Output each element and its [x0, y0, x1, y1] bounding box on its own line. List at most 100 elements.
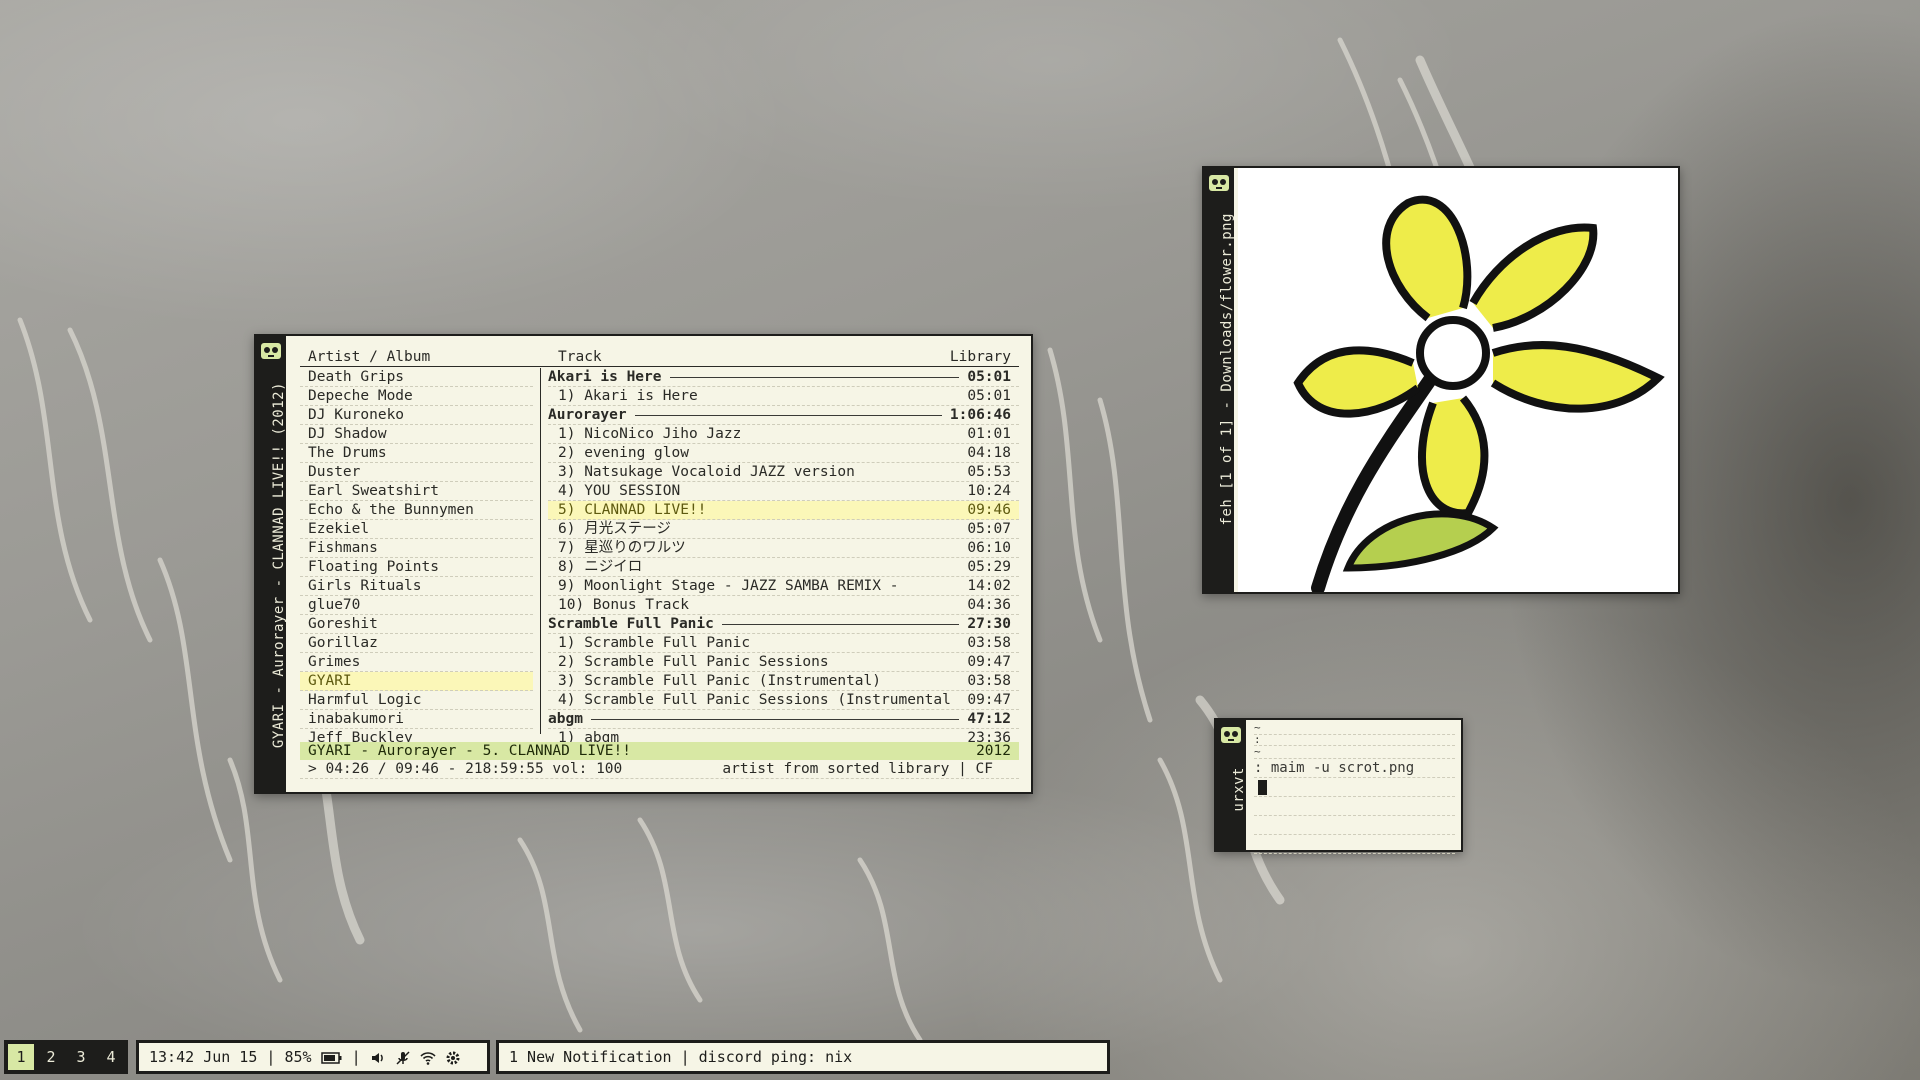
battery-level: 85%: [284, 1048, 312, 1066]
track-row[interactable]: 3) Natsukage Vocaloid JAZZ version 05:53: [548, 463, 1019, 482]
track-row[interactable]: 8) ニジイロ 05:29: [548, 558, 1019, 577]
terminal-line: ~: [1254, 746, 1455, 759]
terminal-line: : maim -u scrot.png: [1254, 759, 1455, 778]
track-row[interactable]: 5) CLANNAD LIVE!! 09:46: [548, 501, 1019, 520]
window-sidebar: feh [1 of 1] - Downloads/flower.png: [1204, 168, 1235, 592]
workspace-4[interactable]: 4: [98, 1044, 124, 1070]
workspace-3[interactable]: 3: [68, 1044, 94, 1070]
track-title: 4) YOU SESSION: [558, 483, 681, 499]
album-row[interactable]: Scramble Full Panic 27:30: [548, 615, 1019, 634]
terminal-output[interactable]: ~ : ~ : maim -u scrot.png: [1254, 722, 1455, 854]
track-duration: 09:47: [967, 654, 1011, 670]
track-title: 4) Scramble Full Panic Sessions (Instrum…: [558, 692, 951, 708]
wifi-icon[interactable]: [420, 1050, 436, 1066]
track-title: 10) Bonus Track: [558, 597, 689, 613]
track-row[interactable]: 1) Akari is Here 05:01: [548, 387, 1019, 406]
player-command-line[interactable]: > 04:26 / 09:46 - 218:59:55 vol: 100 art…: [300, 760, 1019, 779]
artist-list[interactable]: Death Grips Depeche Mode DJ Kuroneko DJ Sha…: [300, 368, 533, 748]
playback-progress: > 04:26 / 09:46 - 218:59:55 vol: 100: [308, 761, 623, 777]
cat-icon: [1221, 727, 1241, 743]
workspace-1[interactable]: 1: [8, 1044, 34, 1070]
track-row[interactable]: 4) Scramble Full Panic Sessions (Instrum…: [548, 691, 1019, 710]
cursor: [1258, 779, 1267, 795]
album-row[interactable]: Aurorayer 1:06:46: [548, 406, 1019, 425]
terminal-window[interactable]: urxvt ~ : ~ : maim -u scrot.png: [1214, 718, 1463, 854]
album-row[interactable]: abgm 47:12: [548, 710, 1019, 729]
track-duration: 06:10: [967, 540, 1011, 556]
track-duration: 14:02: [967, 578, 1011, 594]
artist-item[interactable]: Ezekiel: [300, 520, 533, 539]
track-row[interactable]: 1) NicoNico Jiho Jazz 01:01: [548, 425, 1019, 444]
track-duration: 10:24: [967, 483, 1011, 499]
header-divider: [300, 366, 1019, 367]
artist-item[interactable]: Earl Sweatshirt: [300, 482, 533, 501]
track-title: 5) CLANNAD LIVE!!: [558, 502, 707, 518]
album-divider-line: [722, 624, 959, 625]
flower-image: [1293, 195, 1665, 595]
track-row[interactable]: 2) Scramble Full Panic Sessions 09:47: [548, 653, 1019, 672]
track-duration: 03:58: [967, 635, 1011, 651]
track-row[interactable]: 3) Scramble Full Panic (Instrumental) 03:…: [548, 672, 1019, 691]
track-title: 3) Scramble Full Panic (Instrumental): [558, 673, 882, 689]
artist-item[interactable]: Harmful Logic: [300, 691, 533, 710]
artist-item[interactable]: Floating Points: [300, 558, 533, 577]
track-row[interactable]: 1) Scramble Full Panic 03:58: [548, 634, 1019, 653]
track-row[interactable]: 4) YOU SESSION 10:24: [548, 482, 1019, 501]
artist-item[interactable]: Death Grips: [300, 368, 533, 387]
track-title: 9) Moonlight Stage - JAZZ SAMBA REMIX -: [558, 578, 899, 594]
album-divider-line: [591, 719, 959, 720]
album-duration: 27:30: [967, 616, 1011, 632]
artist-item[interactable]: glue70: [300, 596, 533, 615]
track-duration: 05:07: [967, 521, 1011, 537]
column-divider: [540, 368, 541, 734]
window-title: GYARI - Aurorayer - CLANNAD LIVE!! (2012…: [271, 381, 287, 748]
album-duration: 05:01: [967, 369, 1011, 385]
terminal-line: :: [1254, 734, 1455, 746]
now-playing-status: GYARI - Aurorayer - 5. CLANNAD LIVE!! 20…: [300, 742, 1019, 760]
feh-window[interactable]: feh [1 of 1] - Downloads/flower.png: [1202, 166, 1680, 595]
workspace-2[interactable]: 2: [38, 1044, 64, 1070]
album-row[interactable]: Akari is Here 05:01: [548, 368, 1019, 387]
notification-box[interactable]: 1 New Notification | discord ping: nix: [496, 1040, 1110, 1074]
track-duration: 01:01: [967, 426, 1011, 442]
settings-icon[interactable]: [445, 1050, 461, 1066]
track-duration: 05:29: [967, 559, 1011, 575]
header-track: Track: [558, 349, 602, 365]
artist-item[interactable]: Echo & the Bunnymen: [300, 501, 533, 520]
artist-item[interactable]: Fishmans: [300, 539, 533, 558]
artist-item[interactable]: Depeche Mode: [300, 387, 533, 406]
artist-item[interactable]: inabakumori: [300, 710, 533, 729]
terminal-prompt[interactable]: [1254, 778, 1455, 797]
track-row[interactable]: 2) evening glow 04:18: [548, 444, 1019, 463]
window-title: feh [1 of 1] - Downloads/flower.png: [1219, 213, 1235, 526]
album-name: abgm: [548, 711, 583, 727]
artist-item[interactable]: Goreshit: [300, 615, 533, 634]
artist-item[interactable]: DJ Kuroneko: [300, 406, 533, 425]
cat-icon: [261, 343, 281, 359]
track-title: 7) 星巡りのワルツ: [558, 540, 686, 556]
mic-muted-icon[interactable]: [395, 1050, 411, 1066]
header-library: Library: [949, 349, 1011, 365]
track-row[interactable]: 7) 星巡りのワルツ 06:10: [548, 539, 1019, 558]
image-view[interactable]: [1238, 168, 1678, 595]
header-artist-album: Artist / Album: [308, 349, 431, 365]
artist-item[interactable]: GYARI: [300, 672, 533, 691]
track-duration: 05:53: [967, 464, 1011, 480]
track-row[interactable]: 6) 月光ステージ 05:07: [548, 520, 1019, 539]
volume-icon[interactable]: [370, 1050, 386, 1066]
artist-item[interactable]: DJ Shadow: [300, 425, 533, 444]
track-row[interactable]: 10) Bonus Track 04:36: [548, 596, 1019, 615]
artist-item[interactable]: Duster: [300, 463, 533, 482]
track-row[interactable]: 9) Moonlight Stage - JAZZ SAMBA REMIX - 1…: [548, 577, 1019, 596]
artist-item[interactable]: Grimes: [300, 653, 533, 672]
track-duration: 05:01: [967, 388, 1011, 404]
music-player-window[interactable]: GYARI - Aurorayer - CLANNAD LIVE!! (2012…: [254, 334, 1033, 794]
artist-item[interactable]: Gorillaz: [300, 634, 533, 653]
status-box: 13:42 Jun 15 | 85% |: [136, 1040, 490, 1074]
track-duration: 04:36: [967, 597, 1011, 613]
artist-item[interactable]: Girls Rituals: [300, 577, 533, 596]
track-list[interactable]: Akari is Here 05:01 1) Akari is Here 05:01 A…: [548, 368, 1019, 748]
artist-item[interactable]: The Drums: [300, 444, 533, 463]
terminal-line-empty: [1254, 816, 1455, 835]
window-sidebar: GYARI - Aurorayer - CLANNAD LIVE!! (2012…: [256, 336, 287, 792]
